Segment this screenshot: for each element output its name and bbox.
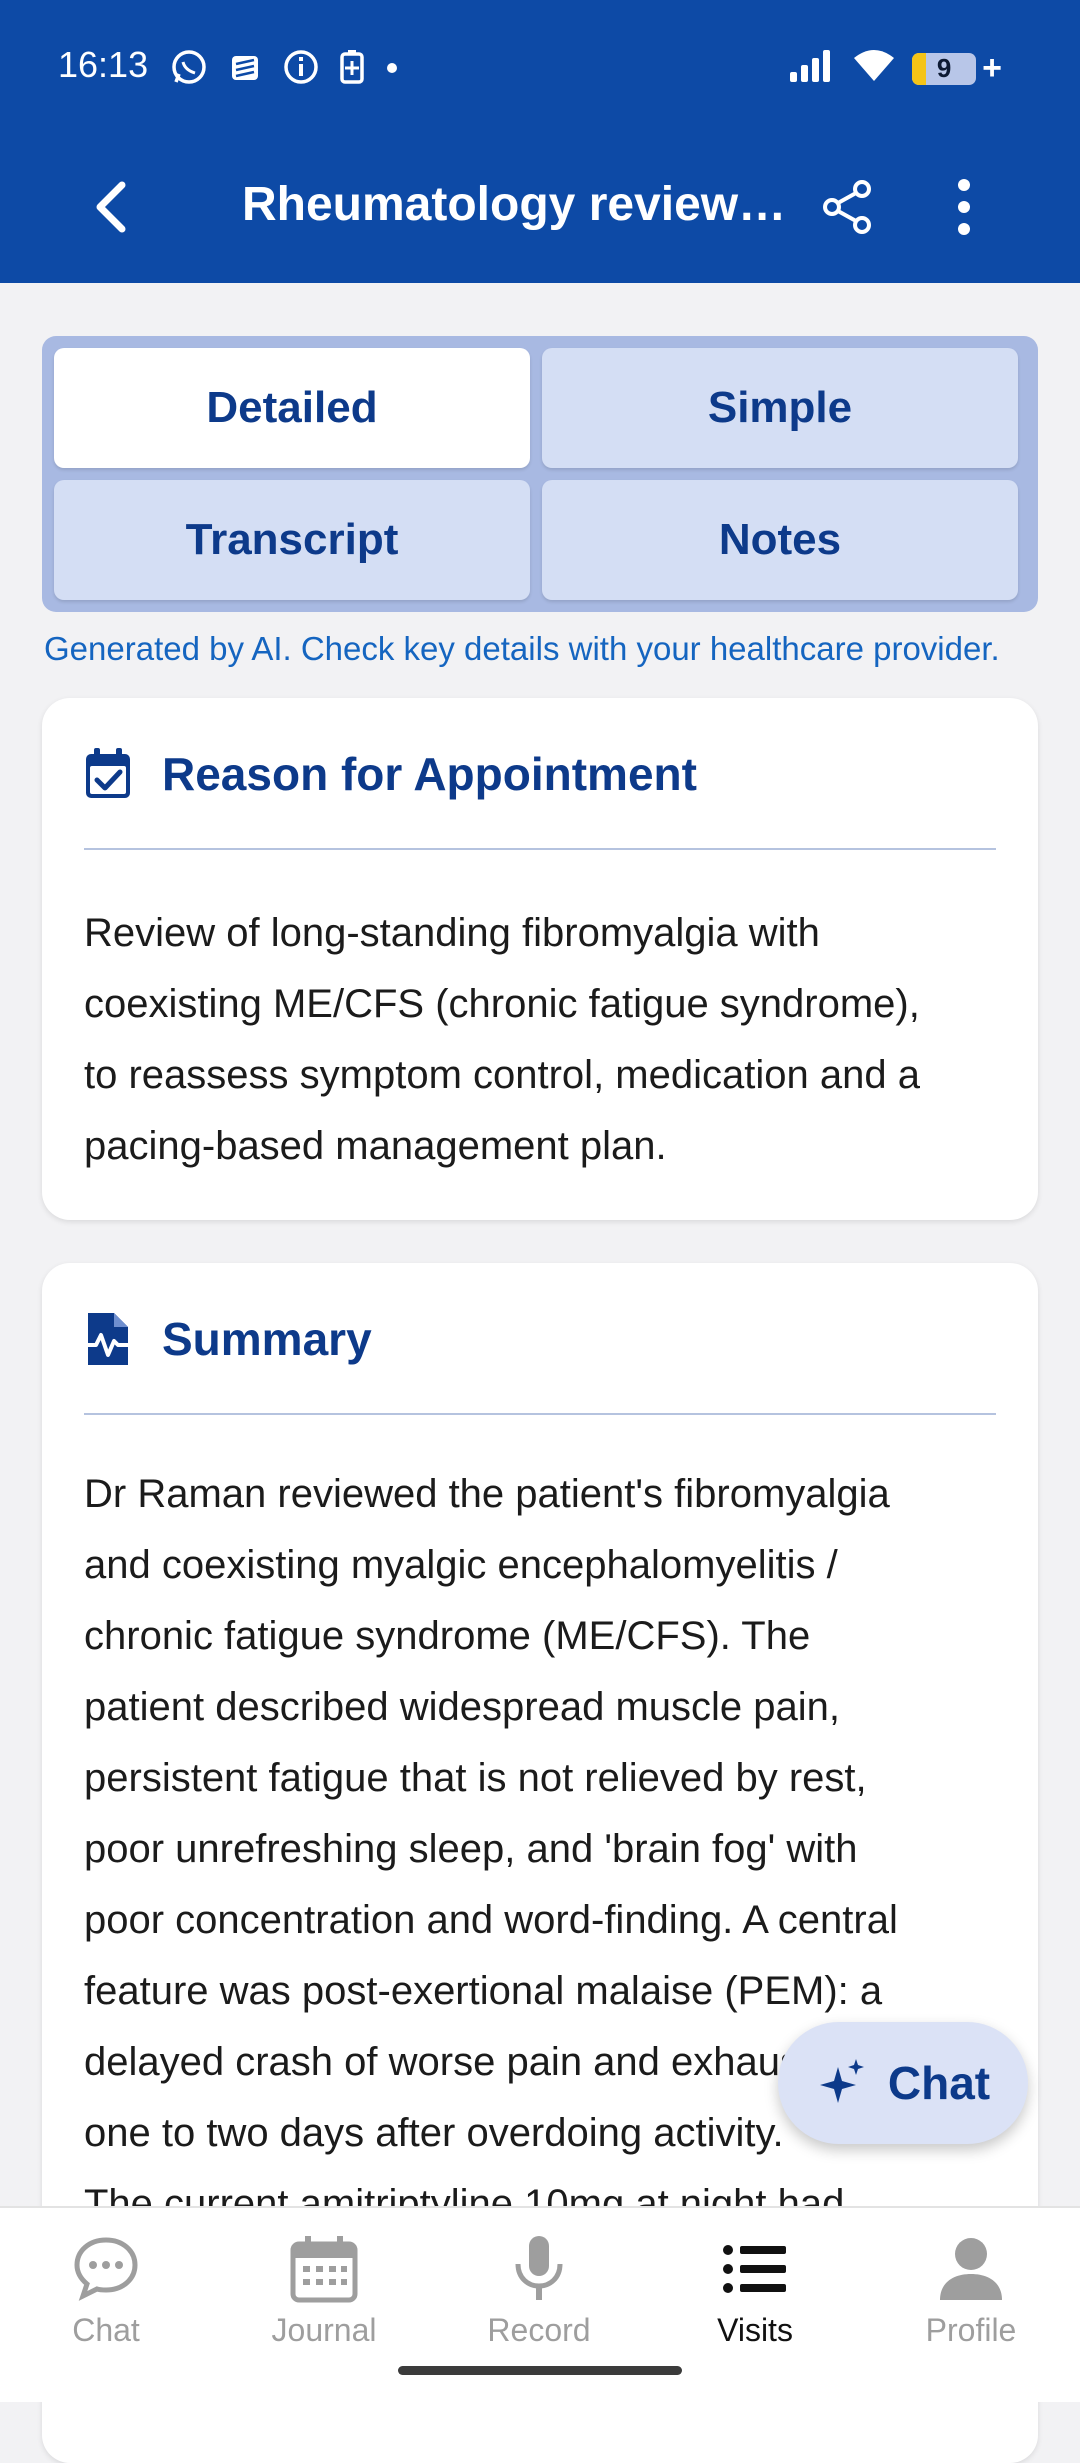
nav-label: Profile	[925, 2312, 1017, 2348]
calendar-icon	[290, 2236, 358, 2303]
whatsapp-icon	[170, 48, 208, 91]
body-line: poor concentration and word-finding. A c…	[84, 1898, 898, 1942]
page-title: Rheumatology review: Fibromyalgia and ME…	[242, 178, 802, 231]
chat-fab-button[interactable]: Chat	[778, 2022, 1028, 2144]
chevron-left-icon	[96, 181, 126, 233]
back-button[interactable]	[88, 179, 136, 235]
body-line: Dr Raman reviewed the patient's fibromya…	[84, 1472, 890, 1516]
sparkle-icon	[819, 2059, 864, 2103]
view-mode-tabs: Detailed Simple Transcript Notes	[42, 336, 1038, 612]
body-line: to reassess symptom control, medication …	[84, 1053, 920, 1097]
person-icon	[940, 2238, 1002, 2300]
share-button[interactable]	[820, 179, 876, 235]
more-options-button[interactable]	[944, 179, 984, 235]
chat-bubble-icon	[74, 2237, 138, 2301]
layers-app-icon	[226, 48, 264, 91]
tab-transcript[interactable]: Transcript	[54, 480, 530, 600]
body-line: poor unrefreshing sleep, and 'brain fog'…	[84, 1827, 858, 1871]
nav-label: Visits	[717, 2312, 793, 2348]
app-header: 16:13 9 + Rheumatology review: F	[0, 0, 1080, 283]
section-body: Review of long-standing fibromyalgia wit…	[84, 898, 996, 1182]
body-line: pacing-based management plan.	[84, 1124, 667, 1168]
battery-level: 9	[936, 53, 952, 83]
body-line: persistent fatigue that is not relieved …	[84, 1756, 867, 1800]
body-line: patient described widespread muscle pain…	[84, 1685, 840, 1729]
body-line: Review of long-standing fibromyalgia wit…	[84, 911, 820, 955]
ai-disclaimer: Generated by AI. Check key details with …	[44, 630, 1000, 667]
home-indicator[interactable]	[398, 2366, 682, 2375]
battery-saver-icon	[338, 48, 366, 91]
body-line: coexisting ME/CFS (chronic fatigue syndr…	[84, 982, 920, 1026]
reason-card: Reason for Appointment Review of long-st…	[42, 698, 1038, 1220]
body-line: feature was post-exertional malaise (PEM…	[84, 1969, 883, 2013]
nav-record[interactable]: Record	[449, 2234, 629, 2354]
nav-chat[interactable]: Chat	[16, 2234, 196, 2354]
tab-notes[interactable]: Notes	[542, 480, 1018, 600]
summary-header: Summary	[84, 1307, 372, 1371]
section-title: Reason for Appointment	[162, 748, 697, 800]
nav-label: Chat	[72, 2312, 140, 2348]
nav-label: Journal	[271, 2312, 377, 2348]
system-icons: 9 +	[788, 48, 1002, 89]
more-vertical-icon	[958, 179, 970, 235]
microphone-icon	[515, 2236, 563, 2300]
charging-plus-icon: +	[982, 49, 1002, 87]
body-line: and coexisting myalgic encephalomyelitis…	[84, 1543, 838, 1587]
tab-detailed[interactable]: Detailed	[54, 348, 530, 468]
section-title: Summary	[162, 1313, 372, 1365]
app-bar: Rheumatology review: Fibromyalgia and ME…	[0, 135, 1080, 283]
notification-icons	[170, 48, 400, 91]
signal-icon	[788, 48, 836, 89]
nav-visits[interactable]: Visits	[665, 2234, 845, 2354]
nav-label: Record	[487, 2312, 591, 2348]
nav-profile[interactable]: Profile	[881, 2234, 1061, 2354]
chat-fab-label: Chat	[887, 2057, 991, 2109]
document-pulse-icon	[84, 1313, 132, 1365]
divider	[84, 1413, 996, 1415]
battery-icon: 9	[912, 52, 977, 85]
calendar-check-icon	[86, 748, 130, 798]
wifi-icon	[852, 48, 896, 89]
tab-simple[interactable]: Simple	[542, 348, 1018, 468]
info-icon	[282, 48, 320, 91]
list-icon	[723, 2245, 786, 2293]
body-line: chronic fatigue syndrome (ME/CFS). The	[84, 1614, 811, 1658]
nav-journal[interactable]: Journal	[234, 2234, 414, 2354]
status-time: 16:13	[58, 44, 149, 85]
divider	[84, 848, 996, 850]
share-icon	[823, 180, 871, 234]
dot-icon	[384, 48, 400, 91]
status-bar: 16:13 9 +	[0, 0, 1080, 135]
reason-header: Reason for Appointment	[84, 742, 697, 806]
